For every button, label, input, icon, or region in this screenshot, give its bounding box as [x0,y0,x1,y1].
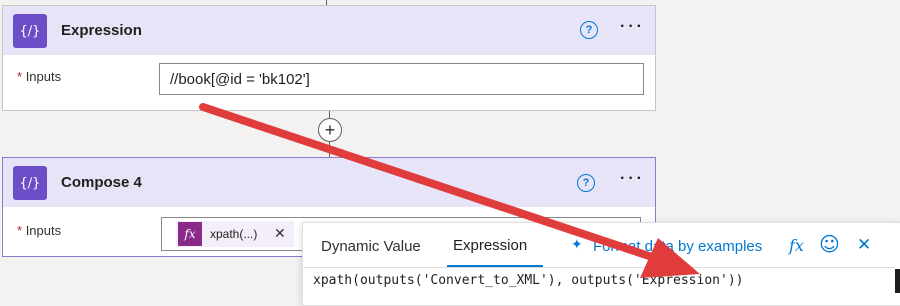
annotation-arrow [199,103,700,278]
